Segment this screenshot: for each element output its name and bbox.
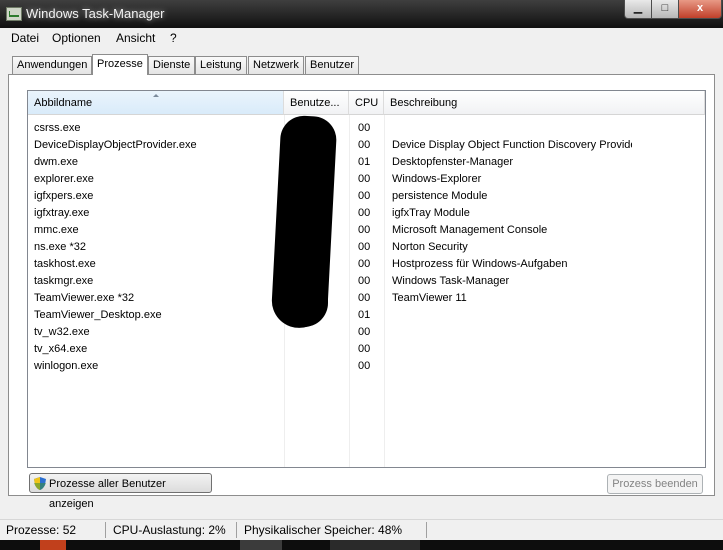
process-cpu-cell: 00: [358, 173, 371, 185]
column-header-image-name[interactable]: Abbildname: [28, 91, 284, 115]
close-button[interactable]: x: [678, 0, 722, 19]
taskbar-app-icon: [330, 540, 420, 550]
window-title: Windows Task-Manager: [26, 6, 165, 21]
tab-leistung[interactable]: Leistung: [195, 56, 247, 74]
status-cpu-usage: CPU-Auslastung: 2%: [113, 523, 226, 537]
process-rows: csrss.exe 00 DeviceDisplayObjectProvider.e…: [28, 120, 705, 375]
process-name-cell: ns.exe *32: [34, 241, 86, 253]
table-row[interactable]: winlogon.exe 00: [28, 358, 705, 375]
redaction-mark: [280, 262, 328, 327]
tab-dienste[interactable]: Dienste: [148, 56, 196, 74]
table-row[interactable]: csrss.exe 00: [28, 120, 705, 137]
tab-anwendungen[interactable]: Anwendungen: [12, 56, 93, 74]
end-process-button[interactable]: Prozess beenden: [607, 474, 703, 494]
tab-netzwerk[interactable]: Netzwerk: [248, 56, 304, 74]
column-header-user[interactable]: Benutze...: [284, 91, 349, 115]
process-name-cell: DeviceDisplayObjectProvider.exe: [34, 139, 197, 151]
table-row[interactable]: taskhost.exe 00 Hostprozess für Windows-Au…: [28, 256, 705, 273]
taskbar-strip: [0, 540, 723, 550]
table-row[interactable]: TeamViewer.exe *32 00 TeamViewer 11: [28, 290, 705, 307]
process-name-cell: tv_w32.exe: [34, 326, 90, 338]
tab-benutzer[interactable]: Benutzer: [305, 56, 360, 74]
process-cpu-cell: 00: [358, 122, 371, 134]
process-description-cell: igfxTray Module: [392, 207, 470, 219]
process-description-cell: Windows-Explorer: [392, 173, 482, 185]
table-row[interactable]: tv_w32.exe 00: [28, 324, 705, 341]
column-header-description[interactable]: Beschreibung: [384, 91, 705, 115]
process-cpu-cell: 00: [358, 360, 371, 372]
tab-prozesse[interactable]: Prozesse: [92, 54, 148, 75]
title-bar[interactable]: Windows Task-Manager ▁ □ x: [0, 0, 723, 28]
process-name-cell: mmc.exe: [34, 224, 79, 236]
show-all-processes-button[interactable]: Prozesse aller Benutzer anzeigen: [29, 473, 212, 510]
table-row[interactable]: TeamViewer_Desktop.exe 01: [28, 307, 705, 324]
menu-optionen[interactable]: Optionen: [52, 31, 101, 45]
process-description-cell: Device Display Object Function Discovery…: [392, 139, 632, 151]
process-name-cell: igfxpers.exe: [34, 190, 94, 202]
process-name-cell: explorer.exe: [34, 173, 94, 185]
column-header-cpu[interactable]: CPU: [349, 91, 384, 115]
process-cpu-cell: 00: [358, 190, 371, 202]
process-name-cell: TeamViewer.exe *32: [34, 292, 135, 304]
table-row[interactable]: tv_x64.exe 00: [28, 341, 705, 358]
table-row[interactable]: DeviceDisplayObjectProvider.exe 00 Device …: [28, 137, 705, 154]
column-label-image-name: Abbildname: [34, 97, 93, 109]
taskbar-app-icon: [240, 540, 282, 550]
process-list[interactable]: Abbildname Benutze... CPU Beschreibung c…: [27, 90, 706, 468]
maximize-button[interactable]: □: [651, 0, 679, 19]
sort-ascending-icon: [153, 94, 159, 97]
process-cpu-cell: 01: [358, 309, 371, 321]
process-description-cell: Hostprozess für Windows-Aufgaben: [392, 258, 568, 270]
process-description-cell: Windows Task-Manager: [392, 275, 510, 287]
process-name-cell: TeamViewer_Desktop.exe: [34, 309, 162, 321]
process-description-cell: Desktopfenster-Manager: [392, 156, 514, 168]
status-memory-usage: Physikalischer Speicher: 48%: [244, 523, 403, 537]
process-name-cell: tv_x64.exe: [34, 343, 88, 355]
process-cpu-cell: 00: [358, 241, 371, 253]
menu-ansicht[interactable]: Ansicht: [116, 31, 155, 45]
table-row[interactable]: dwm.exe 01 Desktopfenster-Manager: [28, 154, 705, 171]
process-name-cell: taskmgr.exe: [34, 275, 94, 287]
table-row[interactable]: mmc.exe 00 Microsoft Management Console: [28, 222, 705, 239]
menu-bar: Datei Optionen Ansicht ?: [0, 28, 723, 48]
process-name-cell: igfxtray.exe: [34, 207, 90, 219]
process-name-cell: winlogon.exe: [34, 360, 99, 372]
status-divider: [426, 522, 427, 538]
process-cpu-cell: 00: [358, 258, 371, 270]
menu-help[interactable]: ?: [170, 31, 177, 45]
process-cpu-cell: 00: [358, 207, 371, 219]
table-row[interactable]: ns.exe *32 00 Norton Security: [28, 239, 705, 256]
process-cpu-cell: 00: [358, 139, 371, 151]
table-row[interactable]: igfxtray.exe 00 igfxTray Module: [28, 205, 705, 222]
process-cpu-cell: 00: [358, 224, 371, 236]
status-divider: [105, 522, 106, 538]
taskbar-app-icon: [40, 540, 66, 550]
process-name-cell: dwm.exe: [34, 156, 79, 168]
menu-datei[interactable]: Datei: [11, 31, 39, 45]
uac-shield-icon: [34, 477, 46, 490]
status-divider: [236, 522, 237, 538]
process-cpu-cell: 00: [358, 275, 371, 287]
process-cpu-cell: 00: [358, 343, 371, 355]
process-name-cell: taskhost.exe: [34, 258, 96, 270]
process-description-cell: TeamViewer 11: [392, 292, 467, 304]
process-description-cell: Norton Security: [392, 241, 468, 253]
status-process-count: Prozesse: 52: [6, 523, 77, 537]
status-bar: Prozesse: 52 CPU-Auslastung: 2% Physikal…: [0, 519, 723, 541]
process-cpu-cell: 01: [358, 156, 371, 168]
process-name-cell: csrss.exe: [34, 122, 81, 134]
task-manager-icon: [6, 7, 22, 21]
table-row[interactable]: taskmgr.exe 00 Windows Task-Manager: [28, 273, 705, 290]
process-cpu-cell: 00: [358, 326, 371, 338]
table-row[interactable]: igfxpers.exe 00 persistence Module: [28, 188, 705, 205]
minimize-button[interactable]: ▁: [624, 0, 652, 19]
process-description-cell: persistence Module: [392, 190, 488, 202]
process-description-cell: Microsoft Management Console: [392, 224, 548, 236]
process-cpu-cell: 00: [358, 292, 371, 304]
table-row[interactable]: explorer.exe 00 Windows-Explorer: [28, 171, 705, 188]
